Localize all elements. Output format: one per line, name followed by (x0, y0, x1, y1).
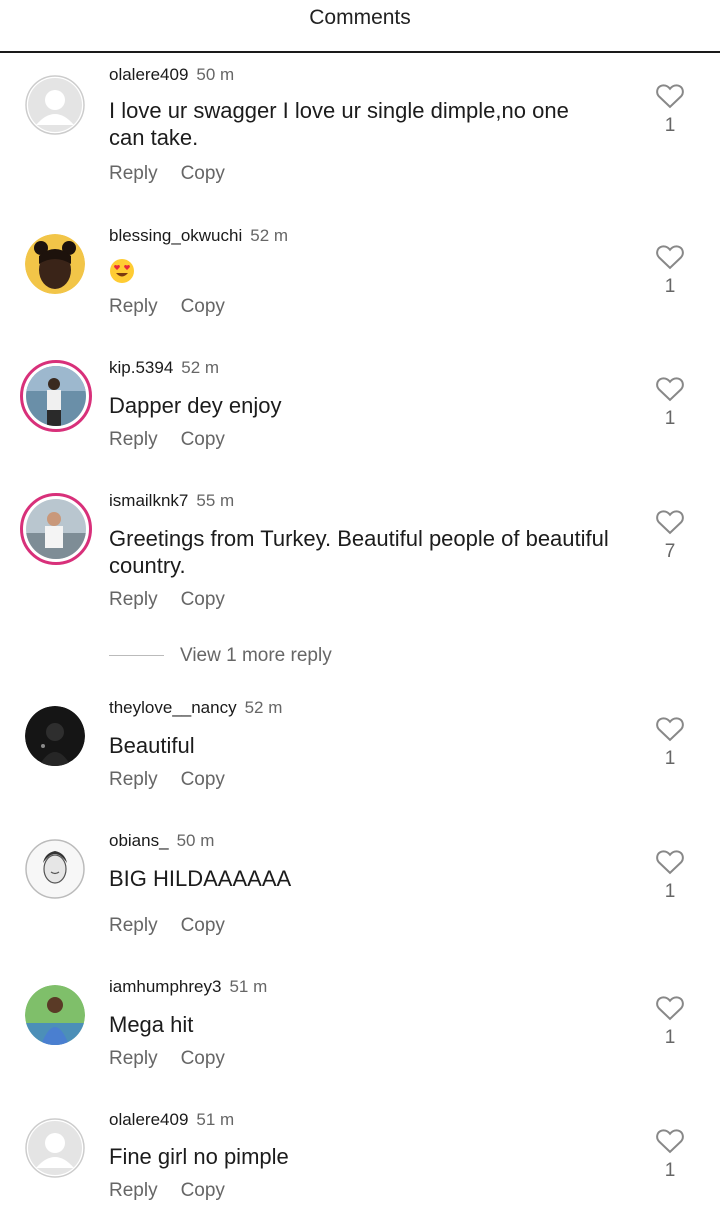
copy-button[interactable]: Copy (181, 296, 225, 317)
heart-icon[interactable] (655, 507, 685, 535)
comment-time: 51 m (229, 977, 268, 996)
comment-meta: olalere409 50 m (109, 65, 234, 85)
default-avatar-icon[interactable] (25, 75, 85, 135)
comment-text: Mega hit (109, 1012, 194, 1037)
comment-text: Greetings from Turkey. Beautiful people … (109, 526, 609, 578)
comment-meta: theylove__nancy 52 m (109, 698, 282, 718)
like-count: 1 (664, 276, 676, 297)
divider-line (109, 655, 164, 657)
comment-actions: Reply Copy (109, 769, 248, 791)
comment-username[interactable]: blessing_okwuchi (109, 226, 242, 245)
comment-username[interactable]: obians_ (109, 831, 169, 850)
like-control: 1 (652, 374, 688, 430)
heart-icon[interactable] (655, 81, 685, 109)
reply-button[interactable]: Reply (109, 589, 158, 610)
heart-icon[interactable] (655, 242, 685, 270)
comment-username[interactable]: olalere409 (109, 1110, 188, 1129)
comment-meta: olalere409 51 m (109, 1110, 234, 1130)
comments-header: Comments (0, 0, 720, 53)
view-more-replies[interactable]: View 1 more reply (109, 645, 332, 667)
reply-button[interactable]: Reply (109, 163, 158, 184)
comment-meta: iamhumphrey3 51 m (109, 977, 267, 997)
comment-time: 52 m (244, 698, 283, 717)
like-control: 1 (652, 1126, 688, 1182)
photo-avatar[interactable] (25, 234, 85, 294)
reply-button[interactable]: Reply (109, 769, 158, 790)
comment-meta: obians_ 50 m (109, 831, 214, 851)
like-control: 7 (652, 507, 688, 563)
like-count: 1 (664, 881, 676, 902)
comment-meta: blessing_okwuchi 52 m (109, 226, 288, 246)
reply-button[interactable]: Reply (109, 1180, 158, 1201)
comment-text: Fine girl no pimple (109, 1144, 289, 1169)
like-count: 1 (664, 748, 676, 769)
view-more-replies-label[interactable]: View 1 more reply (180, 645, 332, 666)
comment-actions: Reply Copy (109, 1048, 248, 1070)
comment-time: 52 m (181, 358, 220, 377)
like-control: 1 (652, 242, 688, 298)
like-count: 1 (664, 115, 676, 136)
photo-avatar[interactable] (25, 706, 85, 766)
comment-username[interactable]: kip.5394 (109, 358, 173, 377)
heart-icon[interactable] (655, 993, 685, 1021)
comment-time: 52 m (250, 226, 289, 245)
comment-time: 50 m (196, 65, 235, 84)
comment-meta: kip.5394 52 m (109, 358, 219, 378)
copy-button[interactable]: Copy (181, 1048, 225, 1069)
copy-button[interactable]: Copy (181, 163, 225, 184)
heart-icon[interactable] (655, 1126, 685, 1154)
comment-time: 55 m (196, 491, 235, 510)
like-control: 1 (652, 81, 688, 137)
default-avatar-icon[interactable] (25, 1118, 85, 1178)
like-control: 1 (652, 714, 688, 770)
comment-time: 50 m (176, 831, 215, 850)
like-count: 7 (664, 541, 676, 562)
comment-text: Dapper dey enjoy (109, 393, 282, 418)
copy-button[interactable]: Copy (181, 915, 225, 936)
photo-avatar[interactable] (25, 839, 85, 899)
reply-button[interactable]: Reply (109, 915, 158, 936)
comment-actions: Reply Copy (109, 163, 248, 185)
comment-meta: ismailknk7 55 m (109, 491, 234, 511)
comment-actions: Reply Copy (109, 1180, 248, 1202)
copy-button[interactable]: Copy (181, 769, 225, 790)
reply-button[interactable]: Reply (109, 1048, 158, 1069)
comment-actions: Reply Copy (109, 589, 248, 611)
like-control: 1 (652, 847, 688, 903)
comment-text: I love ur swagger I love ur single dimpl… (109, 98, 569, 150)
comment-username[interactable]: theylove__nancy (109, 698, 237, 717)
story-avatar[interactable] (20, 360, 92, 432)
copy-button[interactable]: Copy (181, 589, 225, 610)
heart-icon[interactable] (655, 847, 685, 875)
photo-avatar[interactable] (25, 985, 85, 1045)
story-avatar[interactable] (20, 493, 92, 565)
reply-button[interactable]: Reply (109, 429, 158, 450)
copy-button[interactable]: Copy (181, 429, 225, 450)
copy-button[interactable]: Copy (181, 1180, 225, 1201)
like-count: 1 (664, 1027, 676, 1048)
comment-username[interactable]: iamhumphrey3 (109, 977, 221, 996)
comment-text: BIG HILDAAAAAA (109, 866, 292, 891)
heart-icon[interactable] (655, 374, 685, 402)
comment-actions: Reply Copy (109, 429, 248, 451)
heart-icon[interactable] (655, 714, 685, 742)
like-count: 1 (664, 408, 676, 429)
comment-username[interactable]: ismailknk7 (109, 491, 188, 510)
page-title: Comments (309, 6, 411, 29)
heart-eyes-emoji-icon (110, 259, 134, 283)
like-count: 1 (664, 1160, 676, 1181)
comment-text (109, 258, 609, 290)
comment-text: Beautiful (109, 733, 195, 758)
comment-actions: Reply Copy (109, 296, 248, 318)
comment-username[interactable]: olalere409 (109, 65, 188, 84)
reply-button[interactable]: Reply (109, 296, 158, 317)
comment-actions: Reply Copy (109, 915, 248, 937)
comment-time: 51 m (196, 1110, 235, 1129)
like-control: 1 (652, 993, 688, 1049)
